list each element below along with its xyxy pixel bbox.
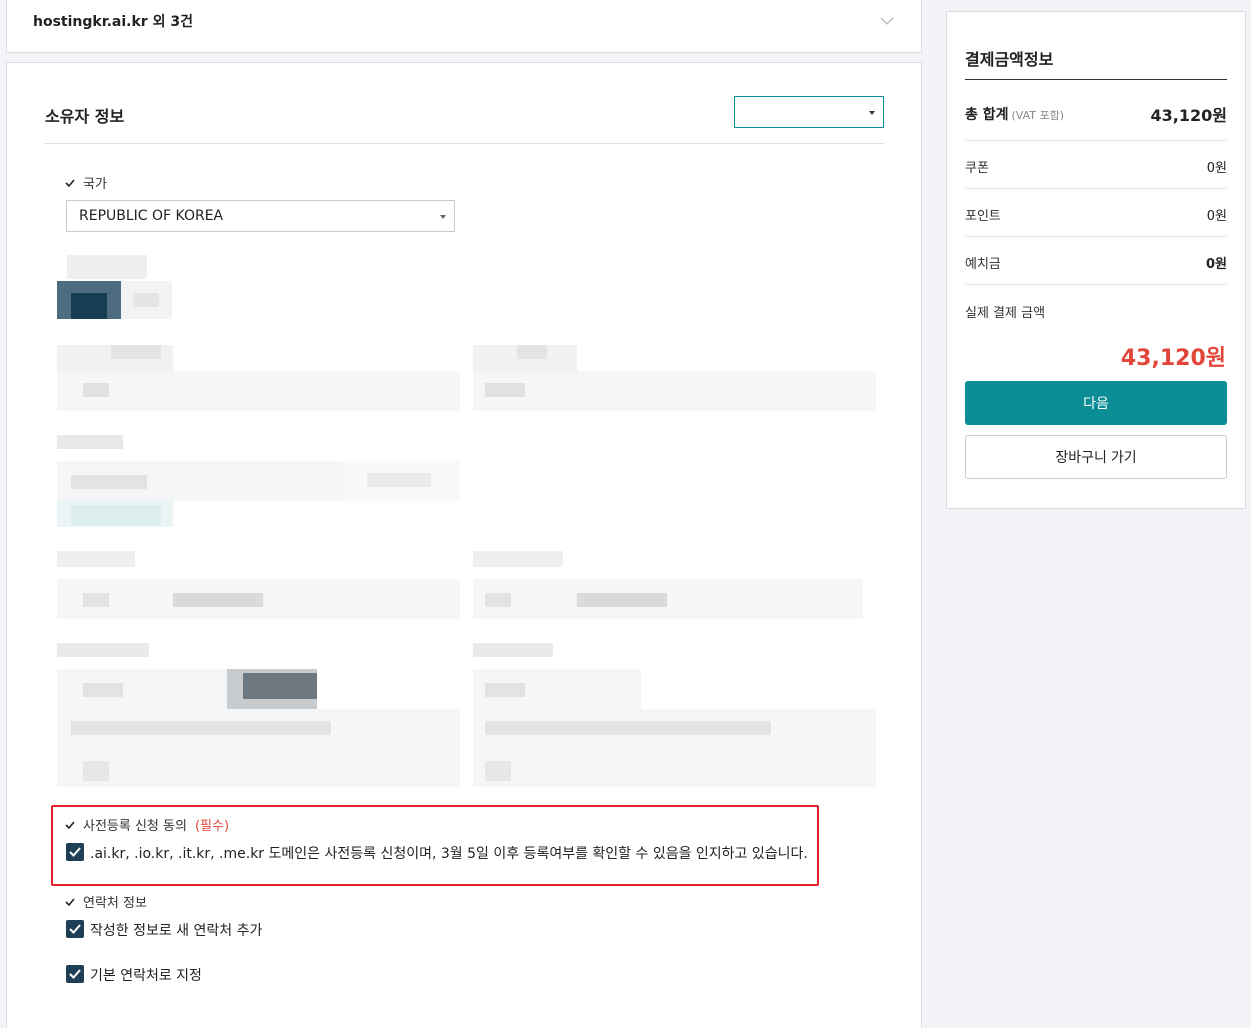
add-contact-checkbox[interactable] bbox=[66, 920, 84, 938]
country-select[interactable]: REPUBLIC OF KOREA bbox=[66, 200, 455, 232]
point-value: 0원 bbox=[1206, 209, 1227, 224]
total-value: 43,120원 bbox=[1150, 106, 1227, 125]
contact-select[interactable] bbox=[734, 96, 884, 128]
owner-info-panel: 소유자 정보 국가 REPUBLIC OF KOREA 사전등록 신청 동의 (… bbox=[6, 62, 922, 1028]
summary-title: 결제금액정보 bbox=[965, 50, 1054, 69]
row-divider bbox=[965, 188, 1227, 189]
coupon-row: 쿠폰 0원 bbox=[965, 157, 1227, 176]
checkmark-icon bbox=[69, 924, 81, 934]
coupon-value: 0원 bbox=[1206, 161, 1227, 176]
actual-payment-row: 실제 결제 금액 bbox=[965, 306, 1046, 321]
go-to-cart-button[interactable]: 장바구니 가기 bbox=[965, 435, 1227, 479]
caret-down-icon bbox=[869, 111, 875, 115]
section-title: 소유자 정보 bbox=[45, 107, 125, 126]
summary-divider bbox=[965, 79, 1227, 80]
order-summary-bar[interactable]: hostingkr.ai.kr 외 3건 bbox=[6, 0, 922, 53]
checkmark-icon bbox=[69, 847, 81, 857]
default-contact-text: 기본 연락처로 지정 bbox=[90, 968, 202, 984]
row-divider bbox=[965, 284, 1227, 285]
caret-down-icon bbox=[440, 215, 446, 219]
checkmark-icon bbox=[69, 969, 81, 979]
required-tag: (필수) bbox=[194, 819, 230, 834]
default-contact-checkbox[interactable] bbox=[66, 965, 84, 983]
divider bbox=[45, 143, 884, 144]
row-divider bbox=[965, 140, 1227, 141]
next-button[interactable]: 다음 bbox=[965, 381, 1227, 425]
row-divider bbox=[965, 236, 1227, 237]
payment-summary-panel: 결제금액정보 총 합계 (VAT 포함) 43,120원 쿠폰 0원 포인트 0원… bbox=[946, 11, 1246, 509]
check-icon bbox=[65, 820, 75, 829]
point-row: 포인트 0원 bbox=[965, 205, 1227, 224]
check-icon bbox=[65, 897, 75, 906]
total-row: 총 합계 (VAT 포함) 43,120원 bbox=[965, 102, 1227, 126]
consent-field-label: 사전등록 신청 동의 (필수) bbox=[65, 815, 229, 834]
consent-checkbox[interactable] bbox=[66, 843, 84, 861]
check-icon bbox=[65, 178, 75, 187]
consent-text: .ai.kr, .io.kr, .it.kr, .me.kr 도메인은 사전등록… bbox=[90, 846, 808, 862]
vat-note: (VAT 포함) bbox=[1011, 109, 1065, 122]
deposit-value: 0원 bbox=[1205, 257, 1227, 272]
chevron-down-icon[interactable] bbox=[879, 13, 895, 29]
deposit-row: 예치금 0원 bbox=[965, 253, 1227, 272]
add-contact-text: 작성한 정보로 새 연락처 추가 bbox=[90, 923, 263, 939]
country-field-label: 국가 bbox=[65, 173, 107, 192]
actual-payment-value: 43,120원 bbox=[1120, 346, 1226, 371]
contact-field-label: 연락처 정보 bbox=[65, 892, 147, 911]
order-domain-summary: hostingkr.ai.kr 외 3건 bbox=[33, 14, 193, 30]
